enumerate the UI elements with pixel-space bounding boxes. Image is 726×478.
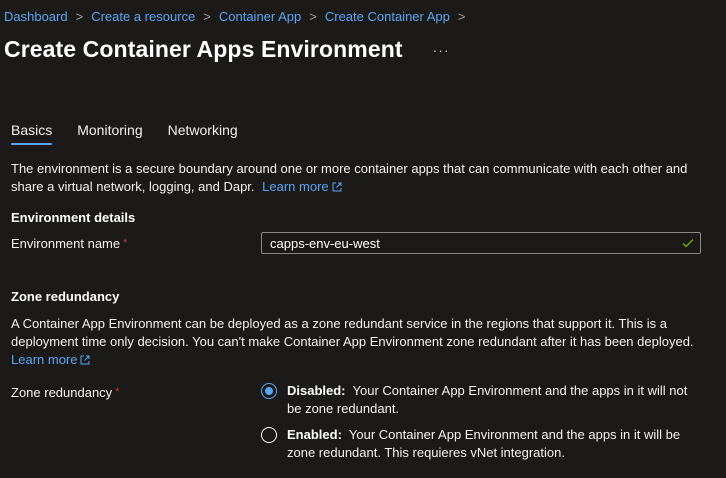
zone-option-enabled-description: Your Container App Environment and the a… xyxy=(287,427,681,460)
environment-name-field[interactable] xyxy=(261,232,701,254)
zone-redundancy-heading: Zone redundancy xyxy=(11,289,120,304)
environment-name-label: Environment name * xyxy=(11,236,127,251)
breadcrumb-dashboard[interactable]: Dashboard xyxy=(4,9,68,24)
zone-option-disabled-text: Disabled: Your Container App Environment… xyxy=(287,382,697,418)
breadcrumb-create-container-app[interactable]: Create Container App xyxy=(325,9,450,24)
checkmark-icon xyxy=(682,239,694,248)
zone-learn-more-label: Learn more xyxy=(11,352,78,367)
intro-text: The environment is a secure boundary aro… xyxy=(11,160,711,196)
tab-networking[interactable]: Networking xyxy=(168,122,238,145)
intro-learn-more-link[interactable]: Learn more xyxy=(262,179,342,194)
required-marker: * xyxy=(115,386,120,398)
breadcrumb-chevron-icon: > xyxy=(203,9,211,24)
breadcrumb-container-app[interactable]: Container App xyxy=(219,9,301,24)
intro-learn-more-label: Learn more xyxy=(262,179,329,194)
zone-redundancy-label: Zone redundancy * xyxy=(11,385,119,400)
zone-option-disabled[interactable]: Disabled: Your Container App Environment… xyxy=(261,382,697,418)
zone-option-enabled-title: Enabled: xyxy=(287,427,342,442)
zone-redundancy-description: A Container App Environment can be deplo… xyxy=(11,316,694,349)
environment-details-heading: Environment details xyxy=(11,210,136,225)
breadcrumb-chevron-icon: > xyxy=(75,9,84,24)
tab-basics[interactable]: Basics xyxy=(11,122,53,145)
breadcrumb-create-resource[interactable]: Create a resource xyxy=(91,9,195,24)
zone-option-disabled-title: Disabled: xyxy=(287,383,346,398)
environment-name-input[interactable] xyxy=(262,235,681,251)
external-link-icon xyxy=(332,182,342,192)
page: Dashboard > Create a resource > Containe… xyxy=(0,0,726,478)
required-marker: * xyxy=(123,237,128,249)
tab-monitoring[interactable]: Monitoring xyxy=(77,122,142,145)
zone-option-disabled-description: Your Container App Environment and the a… xyxy=(287,383,688,416)
intro-description: The environment is a secure boundary aro… xyxy=(11,161,688,194)
external-link-icon xyxy=(80,355,90,365)
breadcrumb-chevron-icon: > xyxy=(309,9,317,24)
radio-disabled[interactable] xyxy=(261,383,277,399)
page-title: Create Container Apps Environment xyxy=(4,36,403,62)
breadcrumb-chevron-icon: > xyxy=(457,9,466,24)
title-row: Create Container Apps Environment ··· xyxy=(4,36,454,63)
radio-enabled[interactable] xyxy=(261,427,277,443)
zone-redundancy-label-text: Zone redundancy xyxy=(11,385,113,400)
breadcrumb: Dashboard > Create a resource > Containe… xyxy=(4,9,473,24)
zone-option-enabled[interactable]: Enabled: Your Container App Environment … xyxy=(261,426,697,462)
tab-bar: Basics Monitoring Networking xyxy=(11,122,263,145)
environment-name-label-text: Environment name xyxy=(11,236,121,251)
zone-option-enabled-text: Enabled: Your Container App Environment … xyxy=(287,426,697,462)
zone-redundancy-text: A Container App Environment can be deplo… xyxy=(11,315,711,369)
zone-learn-more-link[interactable]: Learn more xyxy=(11,352,90,367)
more-icon[interactable]: ··· xyxy=(429,42,454,58)
